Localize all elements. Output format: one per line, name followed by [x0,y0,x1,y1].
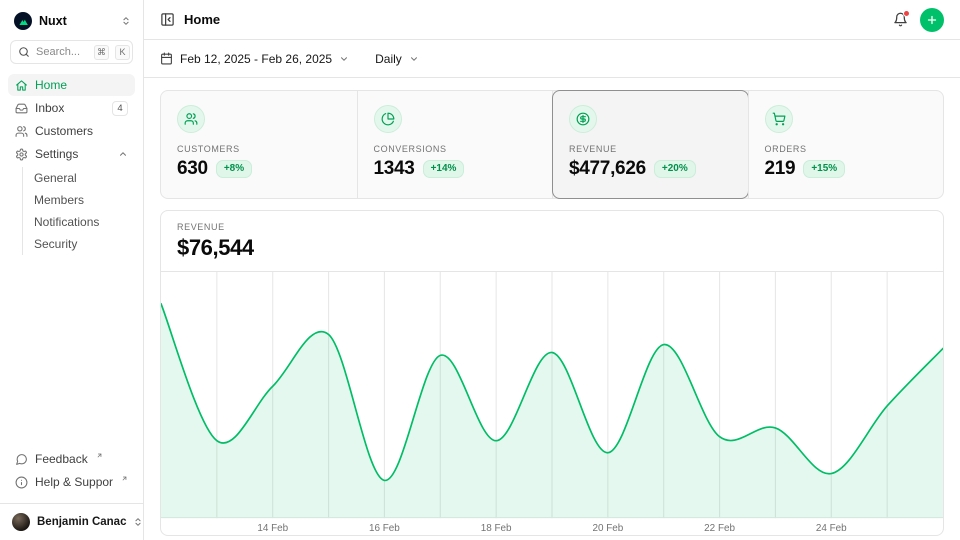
users-icon [15,125,28,138]
stat-value: 219 [765,158,796,180]
x-axis-tick-label: 18 Feb [481,523,512,534]
search-input-wrapper[interactable]: ⌘ K [10,40,133,64]
user-menu[interactable]: Benjamin Canac [0,503,143,540]
workspace-name: Nuxt [39,14,114,28]
search-input[interactable] [36,46,88,58]
chart-title: REVENUE [177,222,927,232]
settings-subnav: General Members Notifications Security [22,167,135,255]
revenue-area-chart[interactable]: 14 Feb 16 Feb 18 Feb 20 Feb 22 Feb 24 Feb [161,272,943,536]
stat-delta-badge: +14% [423,160,465,178]
search-icon [18,46,30,58]
avatar [12,513,30,531]
stats-row: CUSTOMERS 630 +8% CONVERSIONS 1343 +14% [160,90,944,199]
x-axis-tick-label: 24 Feb [816,523,847,534]
chevrons-up-down-icon [121,16,131,26]
sidebar-item-feedback[interactable]: Feedback [8,448,135,470]
filter-toolbar: Feb 12, 2025 - Feb 26, 2025 Daily [144,40,960,78]
main-area: Home Feb 12, 2025 - Feb 26, 2025 [144,0,960,540]
sidebar-item-label: Inbox [35,101,64,115]
dashboard-content: CUSTOMERS 630 +8% CONVERSIONS 1343 +14% [144,78,960,540]
chevron-down-icon [409,54,419,64]
stat-label: ORDERS [765,144,928,154]
x-axis-tick-label: 22 Feb [704,523,735,534]
nuxt-logo-icon [14,12,32,30]
sidebar: Nuxt ⌘ K Home Inb [0,0,144,540]
notifications-bell-icon[interactable] [893,12,908,27]
chart-header: REVENUE $76,544 [161,211,943,272]
page-title: Home [184,12,220,27]
stat-card-conversions[interactable]: CONVERSIONS 1343 +14% [357,91,553,198]
stat-delta-badge: +15% [803,160,845,178]
user-name: Benjamin Canac [37,516,126,528]
sidebar-item-label: Settings [35,147,78,161]
users-icon [177,105,205,133]
x-axis-labels: 14 Feb 16 Feb 18 Feb 20 Feb 22 Feb 24 Feb [257,523,847,534]
revenue-chart-card: REVENUE $76,544 14 Feb 16 Feb 18 Feb 20 Feb… [160,210,944,536]
kbd-k: K [115,45,130,60]
date-range-label: Feb 12, 2025 - Feb 26, 2025 [180,52,332,66]
info-circle-icon [15,476,28,489]
x-axis-tick-label: 16 Feb [369,523,400,534]
x-axis-tick-label: 14 Feb [257,523,288,534]
stat-card-orders[interactable]: ORDERS 219 +15% [748,91,944,198]
calendar-icon [160,52,173,65]
x-axis-tick-label: 20 Feb [592,523,623,534]
stat-value: 1343 [374,158,415,180]
sidebar-item-label: Home [35,78,67,92]
sidebar-item-label: Customers [35,124,93,138]
workspace-switcher[interactable]: Nuxt [8,8,135,38]
house-icon [15,79,28,92]
sidebar-item-settings[interactable]: Settings [8,143,135,165]
message-circle-icon [15,453,28,466]
sidebar-item-label: Feedback [35,452,88,466]
area-chart-svg[interactable]: 14 Feb 16 Feb 18 Feb 20 Feb 22 Feb 24 Feb [161,272,943,536]
app-window: Nuxt ⌘ K Home Inb [0,0,960,540]
chart-total-value: $76,544 [177,235,927,261]
granularity-select[interactable]: Daily [375,52,419,66]
stat-value: $477,626 [569,158,646,180]
sidebar-item-general[interactable]: General [34,167,135,189]
stat-label: CONVERSIONS [374,144,537,154]
dollar-circle-icon [569,105,597,133]
sidebar-spacer [8,255,135,448]
shopping-cart-icon [765,105,793,133]
add-button[interactable] [920,8,944,32]
stat-delta-badge: +8% [216,160,252,178]
stat-card-revenue[interactable]: REVENUE $477,626 +20% [552,91,748,198]
pie-chart-icon [374,105,402,133]
inbox-count-badge: 4 [112,101,128,116]
stat-label: CUSTOMERS [177,144,341,154]
sidebar-item-members[interactable]: Members [34,189,135,211]
collapse-sidebar-icon[interactable] [160,12,175,27]
sidebar-item-label: Help & Support [35,475,113,489]
topbar: Home [144,0,960,40]
date-range-picker[interactable]: Feb 12, 2025 - Feb 26, 2025 [160,52,349,66]
sidebar-item-customers[interactable]: Customers [8,120,135,142]
stat-label: REVENUE [569,144,732,154]
sidebar-item-help-support[interactable]: Help & Support [8,471,135,493]
kbd-cmd: ⌘ [94,45,109,60]
sidebar-item-security[interactable]: Security [34,233,135,255]
external-link-icon [121,475,128,482]
sidebar-item-inbox[interactable]: Inbox 4 [8,97,135,119]
stat-card-customers[interactable]: CUSTOMERS 630 +8% [161,91,357,198]
chevron-up-icon [118,149,128,159]
sidebar-item-home[interactable]: Home [8,74,135,96]
sidebar-item-notifications[interactable]: Notifications [34,211,135,233]
chevron-down-icon [339,54,349,64]
unread-notification-dot [903,10,910,17]
external-link-icon [96,452,103,459]
stat-value: 630 [177,158,208,180]
stat-delta-badge: +20% [654,160,696,178]
inbox-icon [15,102,28,115]
gear-icon [15,148,28,161]
sidebar-footer-links: Feedback Help & Support [8,448,135,495]
sidebar-nav: Home Inbox 4 Customers Settings [8,74,135,255]
granularity-label: Daily [375,52,402,66]
chevrons-up-down-icon [133,517,143,527]
